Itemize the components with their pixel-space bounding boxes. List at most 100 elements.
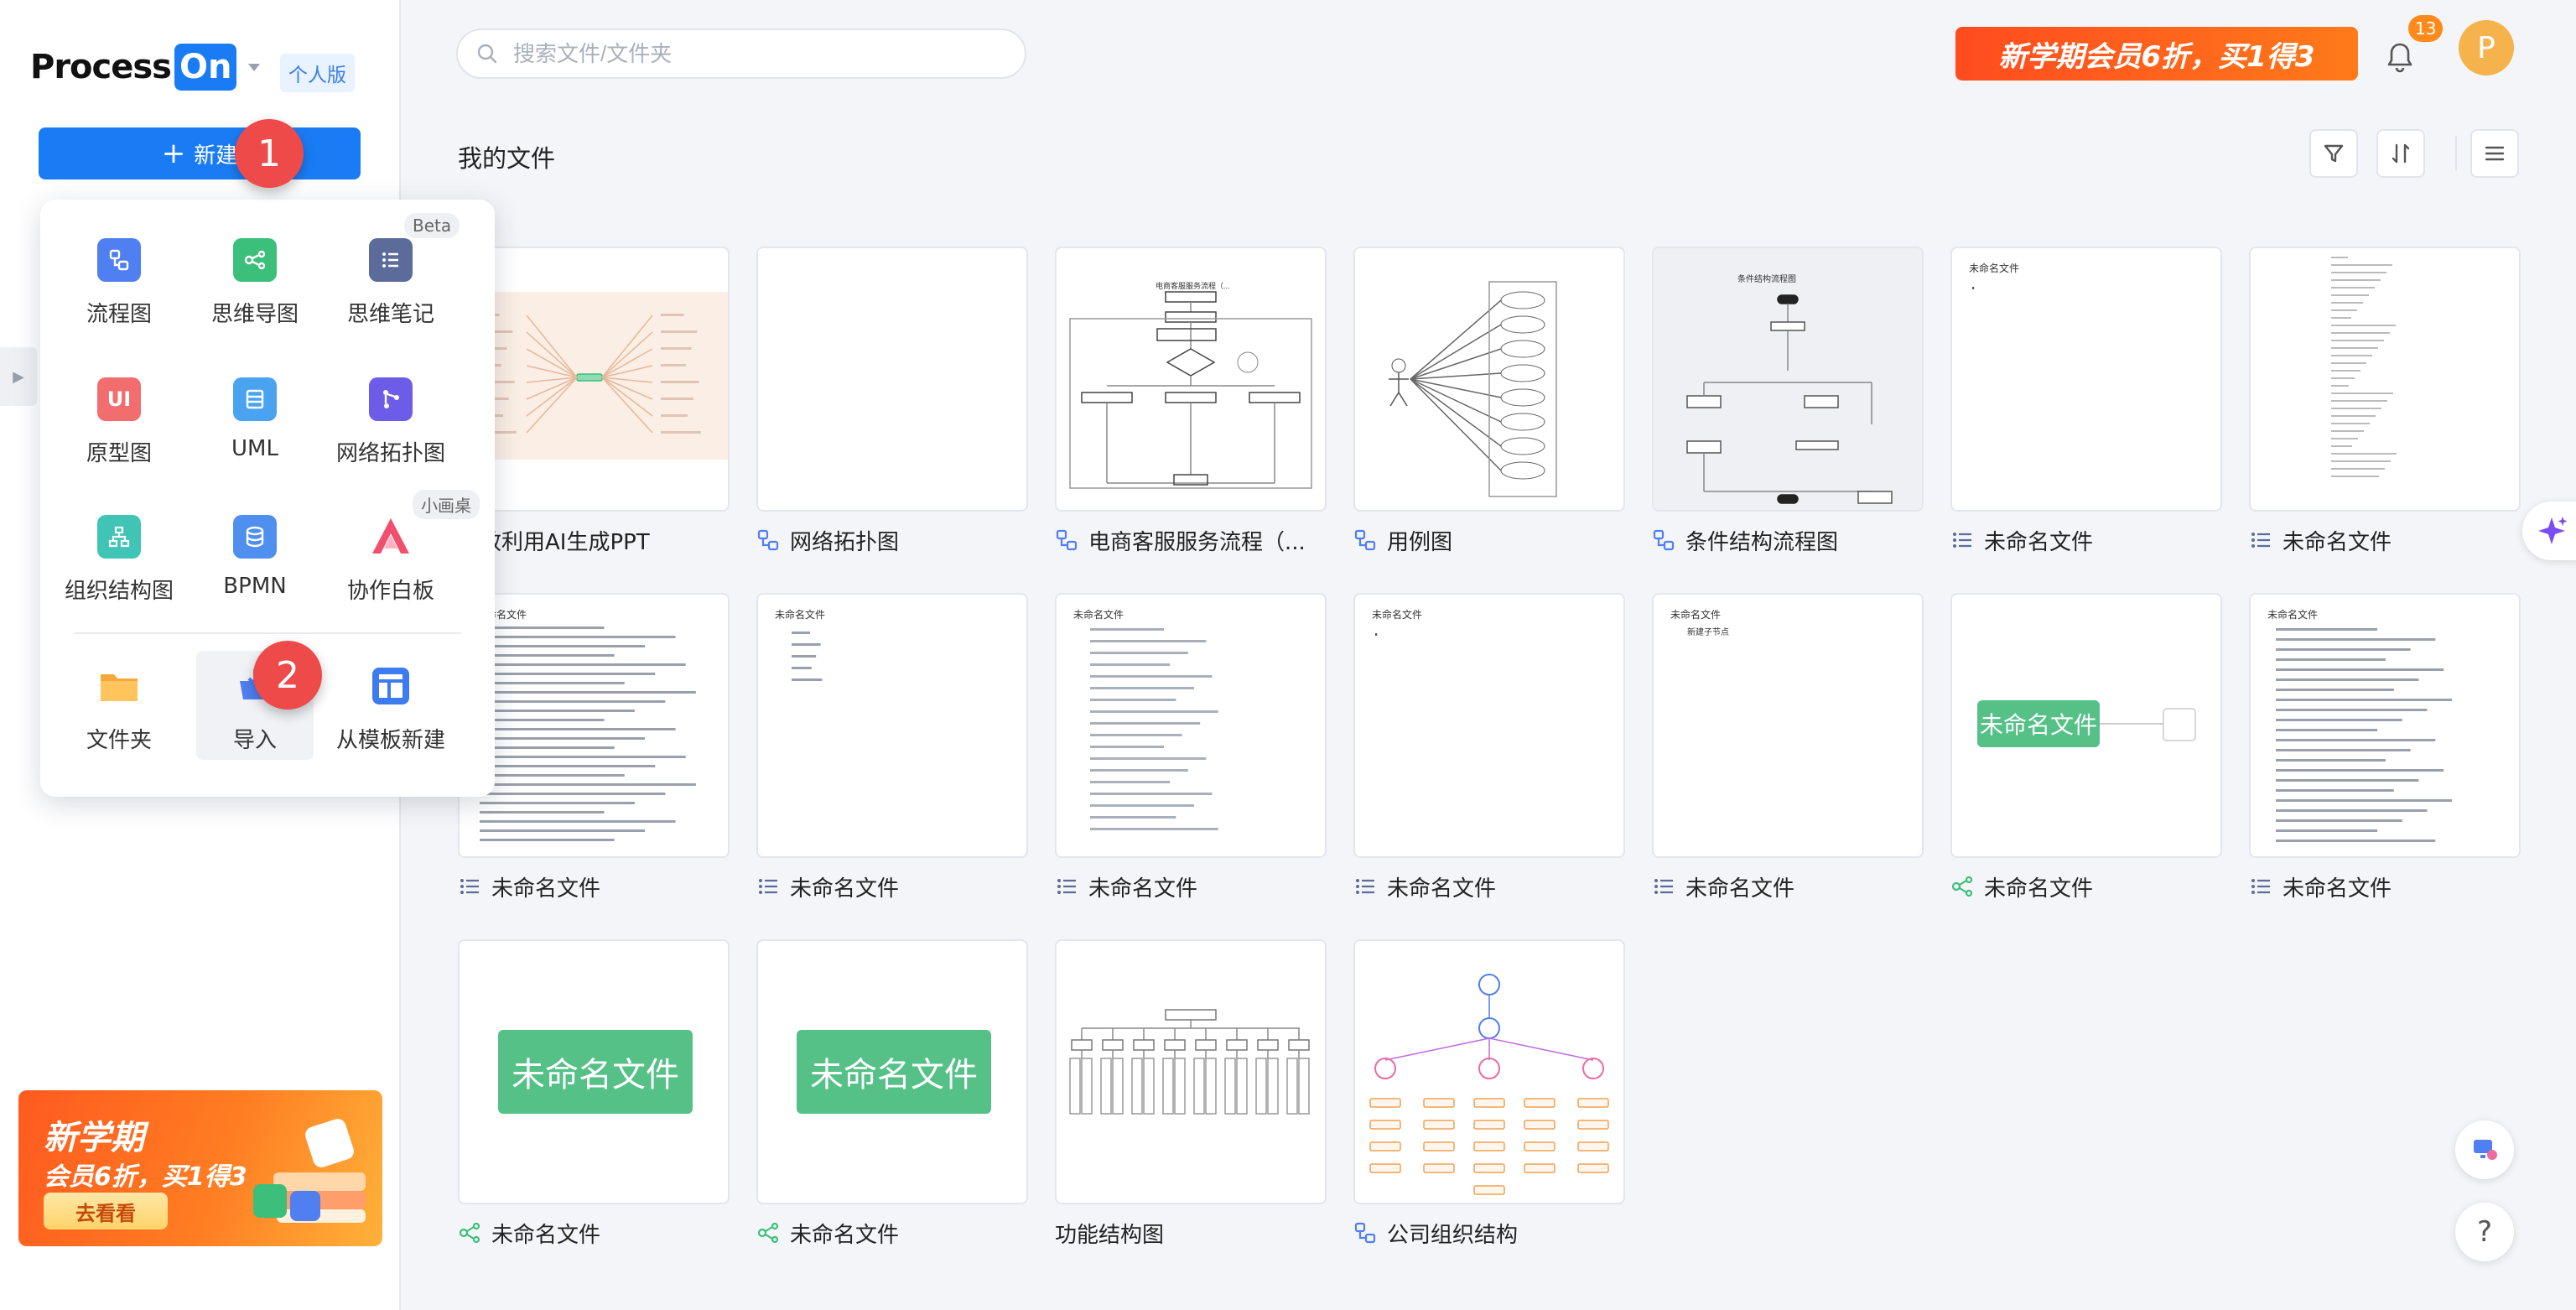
file-thumbnail[interactable]: 未命名文件 (1055, 593, 1327, 858)
file-card[interactable]: 高效利用AI生成PPT (458, 247, 730, 557)
file-thumbnail[interactable]: 电商客服服务流程（... (1055, 247, 1327, 512)
file-card[interactable]: 未命名文件 (2249, 247, 2521, 557)
file-label[interactable]: 未命名文件 (2249, 870, 2521, 903)
file-card[interactable]: 未命名文件 未命名文件 (458, 939, 730, 1250)
new-menu-item[interactable]: 流程图 (60, 225, 178, 334)
file-card[interactable]: 未命名文件 未命名文件 (1950, 247, 2222, 557)
file-label[interactable]: 未命名文件 (1353, 870, 1625, 903)
file-label[interactable]: 未命名文件 (1055, 870, 1327, 903)
file-card[interactable]: 未命名文件 未命名文件 (1950, 593, 2222, 903)
file-label[interactable]: 高效利用AI生成PPT (458, 523, 730, 557)
file-card[interactable]: 公司组织结构 (1353, 939, 1625, 1250)
new-button[interactable]: + 新建 (39, 127, 361, 179)
file-label[interactable]: 公司组织结构 (1353, 1216, 1625, 1250)
org-leaf (1369, 1141, 1401, 1151)
file-label[interactable]: 未命名文件 (756, 1216, 1028, 1250)
folder-icon (97, 664, 141, 708)
use-case-ellipse (1500, 437, 1545, 455)
file-label[interactable]: 电商客服服务流程（... (1055, 523, 1327, 557)
sparkle-icon (2538, 517, 2568, 544)
avatar[interactable]: P (2459, 20, 2514, 75)
file-thumbnail[interactable] (756, 247, 1028, 512)
ai-assistant-button[interactable] (2522, 502, 2576, 560)
file-card[interactable]: 未命名文件 未命名文件 (1353, 593, 1625, 903)
diagram-box (1249, 392, 1301, 403)
connector-circle (1237, 351, 1259, 373)
text-line (480, 829, 646, 832)
top-promo-banner[interactable]: 新学期会员6折，买1得3 (1955, 27, 2358, 81)
file-thumbnail[interactable]: 未命名文件 (2249, 593, 2521, 858)
file-label[interactable]: 条件结构流程图 (1652, 523, 1924, 557)
new-menu-item[interactable]: BPMN (196, 502, 314, 611)
text-line (792, 667, 812, 669)
file-label[interactable]: 未命名文件 (458, 870, 730, 903)
file-label[interactable]: 网络拓扑图 (756, 523, 1028, 557)
file-thumbnail[interactable]: 未命名文件 (1950, 247, 2222, 512)
file-card[interactable]: 未命名文件 未命名文件 (1055, 593, 1327, 903)
file-card[interactable]: 未命名文件 未命名文件 (756, 593, 1028, 903)
use-case-ellipse (1500, 315, 1545, 334)
new-menu-item[interactable]: UI 原型图 (60, 364, 178, 473)
file-card[interactable]: 未命名文件 未命名文件 (756, 939, 1028, 1250)
file-card[interactable]: 未命名文件 新建子节点未命名文件 (1652, 593, 1924, 903)
sort-button[interactable] (2376, 129, 2425, 178)
file-card[interactable]: 条件结构流程图 条件结构流程图 (1652, 247, 1924, 557)
list-view-button[interactable] (2470, 129, 2519, 178)
file-thumbnail[interactable]: 未命名文件 (756, 939, 1028, 1204)
diagram-box (1795, 440, 1839, 450)
new-menu-item[interactable]: 组织结构图 (60, 502, 178, 611)
promo-button[interactable]: 去看看 (44, 1193, 168, 1229)
text-line (480, 728, 676, 730)
new-menu-item[interactable]: 网络拓扑图 (332, 364, 449, 473)
file-card[interactable]: 功能结构图 (1055, 939, 1327, 1250)
file-label[interactable]: 未命名文件 (2249, 523, 2521, 557)
file-thumbnail[interactable]: 未命名文件 (756, 593, 1028, 858)
new-menu-item[interactable]: 思维笔记 (332, 225, 449, 334)
file-name: 公司组织结构 (1387, 1222, 1519, 1248)
filter-button[interactable] (2309, 129, 2358, 178)
search-bar[interactable] (456, 29, 1026, 79)
file-thumbnail[interactable]: 未命名文件 新建子节点 (1652, 593, 1924, 858)
file-label[interactable]: 未命名文件 (1950, 870, 2222, 903)
file-label[interactable]: 未命名文件 (458, 1216, 730, 1250)
leaf-node (1267, 1058, 1279, 1115)
expand-sidebar-icon[interactable]: ▶ (0, 347, 37, 406)
file-card[interactable]: 网络拓扑图 (756, 247, 1028, 557)
plan-badge[interactable]: 个人版 (280, 54, 355, 92)
help-button[interactable]: ? (2455, 1203, 2514, 1261)
file-label[interactable]: 功能结构图 (1055, 1216, 1327, 1250)
new-menu-item[interactable]: 从模板新建 (332, 651, 449, 760)
file-card[interactable]: 电商客服服务流程（... 电商客服服务流程（... (1055, 247, 1327, 557)
file-label[interactable]: 未命名文件 (756, 870, 1028, 903)
new-menu-item[interactable]: 思维导图 (196, 225, 314, 334)
thumbnail-title: 未命名文件 (2267, 608, 2318, 621)
file-label[interactable]: 用例图 (1353, 523, 1625, 557)
file-label[interactable]: 未命名文件 (1950, 523, 2222, 557)
file-thumbnail[interactable]: 未命名文件 (458, 939, 730, 1204)
file-thumbnail[interactable] (458, 247, 730, 512)
file-name: 电商客服服务流程（... (1088, 529, 1306, 555)
file-card[interactable]: 用例图 (1353, 247, 1625, 557)
promo-banner[interactable]: 新学期 会员6折，买1得3 去看看 (18, 1090, 382, 1246)
file-label[interactable]: 未命名文件 (1652, 870, 1924, 903)
thumbnail-drawing: 未命名文件 (1372, 608, 1422, 636)
feedback-button[interactable] (2455, 1120, 2514, 1179)
file-card[interactable]: 未命名文件 未命名文件 (458, 593, 730, 903)
text-line (2276, 749, 2411, 751)
search-input[interactable] (513, 40, 983, 67)
new-menu-item[interactable]: UML (196, 364, 314, 473)
file-thumbnail[interactable] (1055, 939, 1327, 1204)
new-menu-item[interactable]: 文件夹 (60, 651, 178, 760)
file-thumbnail[interactable]: 未命名文件 (1353, 593, 1625, 858)
file-thumbnail[interactable] (1353, 939, 1625, 1204)
file-thumbnail[interactable] (2249, 247, 2521, 512)
file-thumbnail[interactable]: 条件结构流程图 (1652, 247, 1924, 512)
processon-logo[interactable]: Process On (30, 40, 261, 94)
file-thumbnail[interactable]: 未命名文件 (458, 593, 730, 858)
chevron-down-icon[interactable] (248, 63, 261, 71)
file-thumbnail[interactable]: 未命名文件 (1950, 593, 2222, 858)
bell-icon[interactable] (2378, 35, 2422, 79)
file-card[interactable]: 未命名文件 未命名文件 (2249, 593, 2521, 903)
thumbnail-drawing (1369, 974, 1609, 1195)
file-thumbnail[interactable] (1353, 247, 1625, 512)
